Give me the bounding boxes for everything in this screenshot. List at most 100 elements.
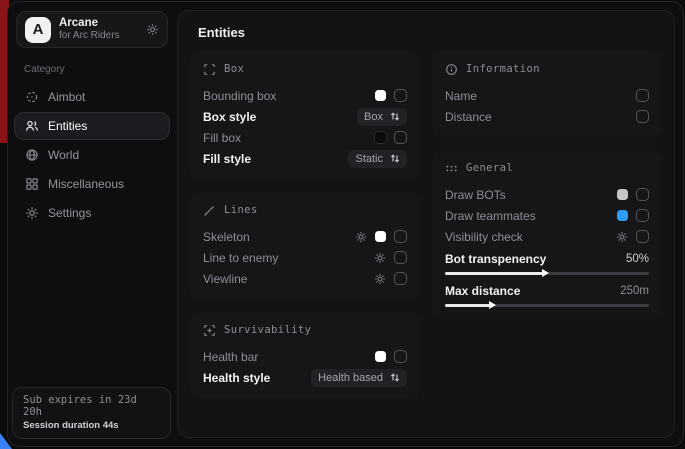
panel-survivability: Survivability Health bar Health style He… — [190, 312, 420, 399]
sidebar-item-aimbot[interactable]: Aimbot — [14, 83, 170, 111]
checkbox[interactable] — [636, 188, 649, 201]
sidebar-item-label: Aimbot — [48, 90, 85, 104]
up-down-arrows-icon — [390, 153, 400, 164]
slider-thumb[interactable] — [542, 269, 549, 277]
setting-label: Fill style — [203, 152, 251, 166]
setting-row-fill-box: Fill box — [203, 127, 407, 148]
slider-fill — [445, 304, 490, 307]
up-down-arrows-icon — [390, 111, 400, 122]
setting-row-box-style: Box style Box — [203, 106, 407, 127]
setting-label: Fill box — [203, 131, 241, 145]
app-title: Arcane — [59, 17, 138, 30]
color-swatch[interactable] — [617, 210, 628, 221]
category-label: Category — [24, 64, 170, 75]
setting-row-viewline: Viewline — [203, 268, 407, 289]
dots-grid-icon — [445, 162, 458, 175]
page-title: Entities — [198, 25, 654, 40]
sidebar-nav: Aimbot Entities World — [14, 83, 170, 227]
slider-thumb[interactable] — [489, 301, 496, 309]
color-swatch[interactable] — [375, 90, 386, 101]
sidebar-item-miscellaneous[interactable]: Miscellaneous — [14, 170, 170, 198]
max-distance-slider[interactable] — [445, 304, 649, 307]
setting-row-health-bar: Health bar — [203, 346, 407, 367]
info-icon — [445, 63, 458, 76]
grid-icon — [25, 177, 39, 191]
color-swatch[interactable] — [617, 189, 628, 200]
setting-label: Bounding box — [203, 89, 276, 103]
crosshair-icon — [25, 90, 39, 104]
diagonal-line-icon — [203, 204, 216, 217]
setting-row-distance: Distance — [445, 106, 649, 127]
dropdown-value: Box — [364, 111, 383, 123]
sidebar-item-world[interactable]: World — [14, 141, 170, 169]
panel-information: Information Name Distance — [432, 51, 662, 138]
setting-row-draw-bots: Draw BOTs — [445, 184, 649, 205]
logo-text: Arcane for Arc Riders — [59, 17, 138, 42]
setting-label: Box style — [203, 110, 256, 124]
setting-label: Visibility check — [445, 230, 523, 244]
dropdown-value: Static — [355, 153, 383, 165]
setting-row-visibility-check: Visibility check — [445, 226, 649, 247]
box-style-dropdown[interactable]: Box — [357, 108, 407, 126]
sidebar-item-entities[interactable]: Entities — [14, 112, 170, 140]
gear-icon[interactable] — [146, 23, 159, 36]
gear-icon[interactable] — [355, 231, 367, 243]
globe-icon — [25, 148, 39, 162]
panel-title: Information — [466, 63, 540, 75]
setting-row-bounding-box: Bounding box — [203, 85, 407, 106]
checkbox[interactable] — [394, 131, 407, 144]
setting-label: Name — [445, 89, 477, 103]
sidebar-item-label: World — [48, 148, 79, 162]
panel-title: Box — [224, 63, 244, 75]
checkbox[interactable] — [394, 251, 407, 264]
bot-transparency-slider-group: Bot transpenency 50% — [445, 249, 649, 275]
setting-label: Draw teammates — [445, 209, 536, 223]
gear-icon[interactable] — [616, 231, 628, 243]
checkbox[interactable] — [394, 350, 407, 363]
checkbox[interactable] — [636, 110, 649, 123]
sidebar: A Arcane for Arc Riders Category — [8, 2, 176, 446]
checkbox[interactable] — [636, 89, 649, 102]
color-swatch[interactable] — [375, 351, 386, 362]
gear-icon[interactable] — [374, 273, 386, 285]
health-style-dropdown[interactable]: Health based — [311, 369, 407, 387]
sidebar-item-settings[interactable]: Settings — [14, 199, 170, 227]
setting-label: Skeleton — [203, 230, 250, 244]
panel-title: General — [466, 162, 513, 174]
checkbox[interactable] — [394, 272, 407, 285]
main-header: Entities — [178, 11, 674, 51]
sidebar-item-label: Entities — [48, 119, 87, 133]
app-window: A Arcane for Arc Riders Category — [7, 1, 684, 447]
app-subtitle: for Arc Riders — [59, 30, 138, 42]
subscription-info-card: Sub expires in 23d 20h Session duration … — [12, 387, 171, 439]
setting-row-health-style: Health style Health based — [203, 367, 407, 388]
setting-label: Draw BOTs — [445, 188, 506, 202]
max-distance-slider-group: Max distance 250m — [445, 281, 649, 307]
panel-box: Box Bounding box Box style Box — [190, 51, 420, 180]
up-down-arrows-icon — [390, 372, 400, 383]
setting-row-fill-style: Fill style Static — [203, 148, 407, 169]
panel-general: General Draw BOTs Draw teammates — [432, 150, 662, 318]
fill-style-dropdown[interactable]: Static — [348, 150, 407, 168]
session-duration-text: Session duration 44s — [23, 420, 160, 431]
dropdown-value: Health based — [318, 372, 383, 384]
setting-label: Health style — [203, 371, 270, 385]
checkbox[interactable] — [394, 230, 407, 243]
panel-title: Lines — [224, 204, 258, 216]
survivability-icon — [203, 324, 216, 337]
setting-label: Line to enemy — [203, 251, 278, 265]
panel-lines: Lines Skeleton — [190, 192, 420, 300]
slider-fill — [445, 272, 543, 275]
setting-label: Health bar — [203, 350, 258, 364]
color-swatch[interactable] — [375, 231, 386, 242]
sub-expiry-text: Sub expires in 23d 20h — [23, 394, 160, 418]
bot-transparency-slider[interactable] — [445, 272, 649, 275]
checkbox[interactable] — [394, 89, 407, 102]
sidebar-item-label: Miscellaneous — [48, 177, 124, 191]
gear-icon[interactable] — [374, 252, 386, 264]
slider-value: 50% — [626, 253, 649, 265]
app-logo: A — [25, 17, 51, 43]
checkbox[interactable] — [636, 230, 649, 243]
color-swatch[interactable] — [375, 132, 386, 143]
checkbox[interactable] — [636, 209, 649, 222]
